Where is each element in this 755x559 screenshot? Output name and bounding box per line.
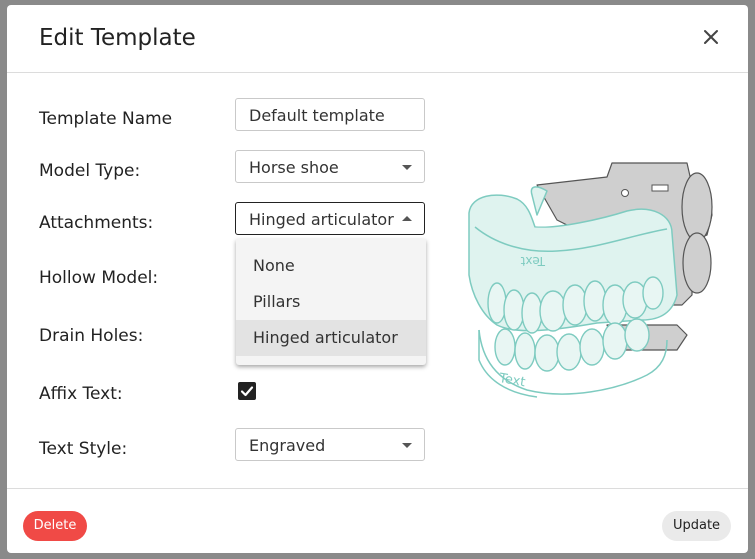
model-type-label: Model Type: <box>39 161 141 181</box>
attachments-label: Attachments: <box>39 213 154 233</box>
template-name-value: Default template <box>249 106 385 125</box>
model-type-select[interactable]: Horse shoe <box>235 150 425 183</box>
chevron-down-icon <box>402 443 412 448</box>
hollow-model-label: Hollow Model: <box>39 268 159 288</box>
engraved-text-top: Text <box>520 254 546 268</box>
option-hinged-articulator[interactable]: Hinged articulator <box>236 320 426 356</box>
text-style-select[interactable]: Engraved <box>235 428 425 461</box>
attachments-select[interactable]: Hinged articulator <box>235 202 425 235</box>
edit-template-dialog: Edit Template Template Name Default temp… <box>7 5 748 553</box>
update-button[interactable]: Update <box>662 511 731 541</box>
dialog-header: Edit Template <box>7 5 748 73</box>
affix-text-label: Affix Text: <box>39 384 123 404</box>
text-style-label: Text Style: <box>39 439 128 459</box>
dental-model-illustration: Text Text <box>457 155 722 400</box>
dialog-footer: Delete Update <box>7 488 748 554</box>
engraved-text-bottom: Text <box>497 371 526 391</box>
chevron-down-icon <box>402 165 412 170</box>
drain-holes-label: Drain Holes: <box>39 326 144 346</box>
attachments-value: Hinged articulator <box>249 210 394 229</box>
option-none[interactable]: None <box>236 248 426 284</box>
model-type-value: Horse shoe <box>249 158 339 177</box>
delete-button[interactable]: Delete <box>23 511 87 541</box>
attachments-dropdown: None Pillars Hinged articulator <box>236 239 426 365</box>
dialog-title: Edit Template <box>39 25 196 51</box>
text-style-value: Engraved <box>249 436 326 455</box>
chevron-up-icon <box>402 216 412 221</box>
template-name-label: Template Name <box>39 109 173 129</box>
close-icon[interactable] <box>700 26 722 48</box>
checkmark-icon <box>240 386 254 397</box>
option-pillars[interactable]: Pillars <box>236 284 426 320</box>
affix-text-checkbox[interactable] <box>238 382 256 400</box>
template-name-input[interactable]: Default template <box>235 98 425 131</box>
